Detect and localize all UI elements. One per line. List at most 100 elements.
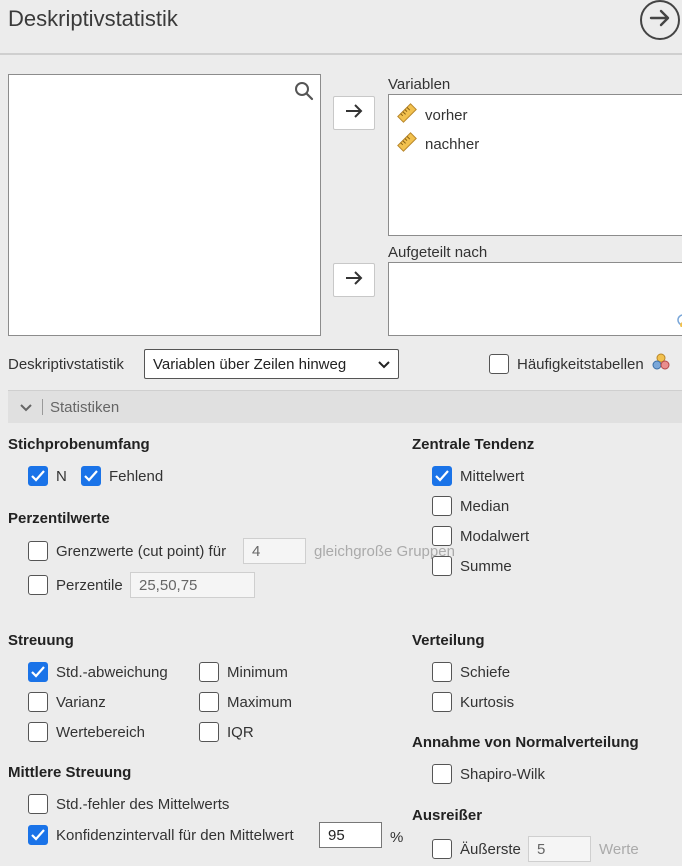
skewness-label: Schiefe	[460, 663, 511, 681]
missing-option[interactable]: Fehlend	[81, 466, 163, 486]
skewness-option[interactable]: Schiefe	[432, 662, 510, 682]
percentiles-checkbox[interactable]	[28, 575, 48, 595]
ci-value-input[interactable]: 95	[319, 822, 382, 848]
sd-checkbox[interactable]	[28, 662, 48, 682]
statistics-section-label: Statistiken	[50, 398, 120, 416]
shapiro-wilk-option[interactable]: Shapiro-Wilk	[432, 764, 545, 784]
page-title: Deskriptivstatistik	[8, 6, 178, 31]
iqr-checkbox[interactable]	[199, 722, 219, 742]
arrow-right-circle-icon	[648, 6, 672, 35]
distribution-heading: Verteilung	[412, 632, 485, 649]
split-label: Aufgeteilt nach	[388, 244, 488, 261]
run-button[interactable]	[640, 0, 680, 40]
variable-name: nachher	[425, 135, 480, 153]
kurtosis-option[interactable]: Kurtosis	[432, 692, 514, 712]
variables-label: Variablen	[388, 76, 451, 93]
median-label: Median	[460, 497, 510, 515]
move-to-variables-button[interactable]	[333, 96, 375, 130]
header-divider	[0, 53, 682, 55]
chart-icon	[652, 353, 670, 375]
sd-label: Std.-abweichung	[56, 663, 168, 681]
sd-option[interactable]: Std.-abweichung	[28, 662, 168, 682]
variable-item[interactable]: nachher	[397, 132, 479, 156]
maximum-checkbox[interactable]	[199, 692, 219, 712]
shapiro-wilk-label: Shapiro-Wilk	[460, 765, 546, 783]
extreme-values-input[interactable]: 5	[528, 836, 591, 862]
median-checkbox[interactable]	[432, 496, 452, 516]
sample-size-heading: Stichprobenumfang	[8, 436, 150, 453]
range-option[interactable]: Wertebereich	[28, 722, 145, 742]
mean-checkbox[interactable]	[432, 466, 452, 486]
frequency-tables-label: Häufigkeitstabellen	[517, 355, 644, 373]
variance-option[interactable]: Varianz	[28, 692, 106, 712]
sum-option[interactable]: Summe	[432, 556, 512, 576]
variables-list[interactable]: vorher nachher	[388, 94, 682, 236]
variable-item[interactable]: vorher	[397, 103, 468, 127]
variance-checkbox[interactable]	[28, 692, 48, 712]
mode-checkbox[interactable]	[432, 526, 452, 546]
mode-option[interactable]: Modalwert	[432, 526, 529, 546]
missing-checkbox[interactable]	[81, 466, 101, 486]
frequency-tables-option[interactable]: Häufigkeitstabellen	[489, 353, 670, 375]
ruler-icon	[397, 132, 417, 156]
percentiles-heading: Perzentilwerte	[8, 510, 110, 527]
ruler-icon	[397, 103, 417, 127]
range-checkbox[interactable]	[28, 722, 48, 742]
layout-select[interactable]: Variablen über Zeilen hinweg	[144, 349, 399, 379]
extreme-values-label: Äußerste	[460, 840, 521, 858]
ci-mean-label: Konfidenzintervall für den Mittelwert	[56, 826, 294, 844]
percentiles-option[interactable]: Perzentile	[28, 575, 123, 595]
mean-dispersion-heading: Mittlere Streuung	[8, 764, 132, 781]
n-label: N	[56, 467, 67, 485]
dispersion-heading: Streuung	[8, 632, 74, 649]
missing-label: Fehlend	[109, 467, 164, 485]
percentiles-input[interactable]: 25,50,75	[130, 572, 255, 598]
statistics-section-header[interactable]: Statistiken	[8, 390, 682, 423]
cut-points-input[interactable]: 4	[243, 538, 306, 564]
layout-select-value: Variablen über Zeilen hinweg	[153, 355, 347, 373]
move-to-split-button[interactable]	[333, 263, 375, 297]
nominal-variable-icon	[675, 313, 682, 332]
minimum-option[interactable]: Minimum	[199, 662, 288, 682]
ci-unit: %	[390, 829, 404, 846]
iqr-option[interactable]: IQR	[199, 722, 254, 742]
sum-label: Summe	[460, 557, 512, 575]
source-variable-list[interactable]	[8, 74, 321, 336]
extreme-values-option[interactable]: Äußerste	[432, 839, 521, 859]
ci-mean-option[interactable]: Konfidenzintervall für den Mittelwert	[28, 825, 294, 845]
ci-mean-checkbox[interactable]	[28, 825, 48, 845]
mean-option[interactable]: Mittelwert	[432, 466, 524, 486]
cut-points-label: Grenzwerte (cut point) für	[56, 542, 227, 560]
sum-checkbox[interactable]	[432, 556, 452, 576]
maximum-option[interactable]: Maximum	[199, 692, 292, 712]
se-mean-label: Std.-fehler des Mittelwerts	[56, 795, 230, 813]
outliers-heading: Ausreißer	[412, 807, 483, 824]
chevron-down-icon	[20, 399, 32, 416]
extreme-values-unit: Werte	[599, 841, 639, 858]
se-mean-option[interactable]: Std.-fehler des Mittelwerts	[28, 794, 229, 814]
shapiro-wilk-checkbox[interactable]	[432, 764, 452, 784]
cut-points-option[interactable]: Grenzwerte (cut point) für	[28, 541, 226, 561]
skewness-checkbox[interactable]	[432, 662, 452, 682]
n-option[interactable]: N	[28, 466, 67, 486]
mode-label: Modalwert	[460, 527, 530, 545]
frequency-tables-checkbox[interactable]	[489, 354, 509, 374]
iqr-label: IQR	[227, 723, 254, 741]
minimum-checkbox[interactable]	[199, 662, 219, 682]
normality-heading: Annahme von Normalverteilung	[412, 734, 639, 751]
search-icon[interactable]	[294, 81, 314, 106]
median-option[interactable]: Median	[432, 496, 509, 516]
arrow-right-icon	[345, 103, 363, 123]
maximum-label: Maximum	[227, 693, 293, 711]
split-by-list[interactable]	[388, 262, 682, 336]
cut-points-checkbox[interactable]	[28, 541, 48, 561]
n-checkbox[interactable]	[28, 466, 48, 486]
kurtosis-checkbox[interactable]	[432, 692, 452, 712]
mean-label: Mittelwert	[460, 467, 525, 485]
kurtosis-label: Kurtosis	[460, 693, 515, 711]
percentiles-label: Perzentile	[56, 576, 123, 594]
se-mean-checkbox[interactable]	[28, 794, 48, 814]
extreme-values-checkbox[interactable]	[432, 839, 452, 859]
minimum-label: Minimum	[227, 663, 288, 681]
variable-name: vorher	[425, 106, 468, 124]
